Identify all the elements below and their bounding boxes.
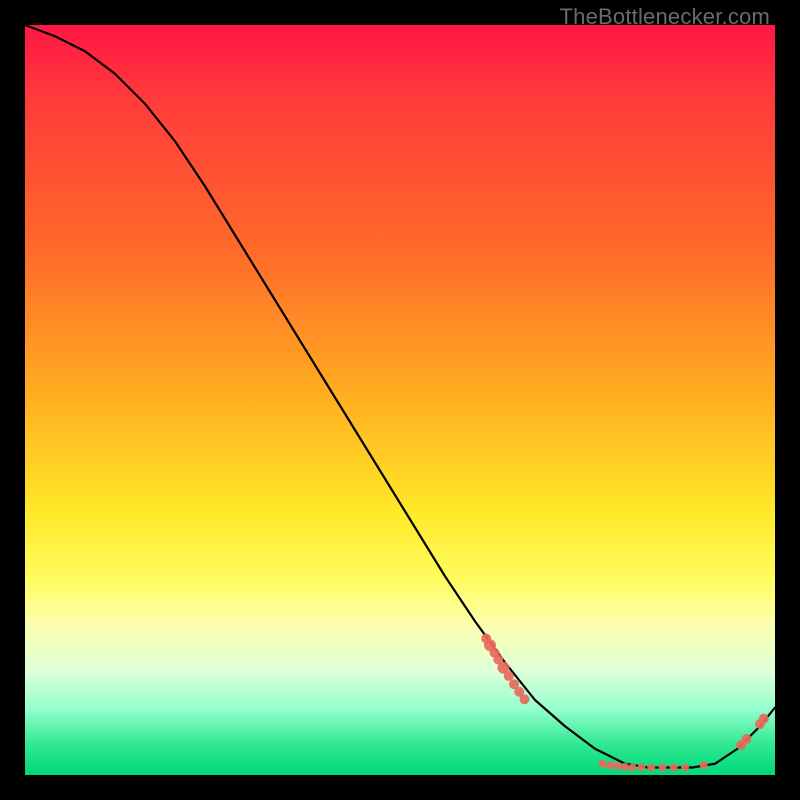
chart-marker: [606, 761, 614, 769]
chart-marker: [670, 764, 678, 772]
chart-marker: [520, 694, 530, 704]
chart-frame: [25, 25, 775, 775]
watermark-text: TheBottlenecker.com: [560, 4, 770, 30]
chart-marker: [759, 714, 769, 724]
chart-marker: [742, 734, 752, 744]
chart-marker: [647, 764, 655, 772]
chart-marker: [638, 764, 646, 772]
chart-marker: [659, 764, 667, 772]
chart-marker: [621, 763, 629, 771]
chart-marker: [614, 762, 622, 770]
chart-marker: [504, 671, 514, 681]
chart-markers: [481, 634, 769, 772]
chart-marker: [629, 764, 637, 772]
chart-marker: [599, 760, 607, 768]
chart-curve: [25, 25, 775, 768]
chart-marker: [681, 764, 689, 772]
chart-marker: [700, 761, 708, 769]
chart-overlay: [25, 25, 775, 775]
